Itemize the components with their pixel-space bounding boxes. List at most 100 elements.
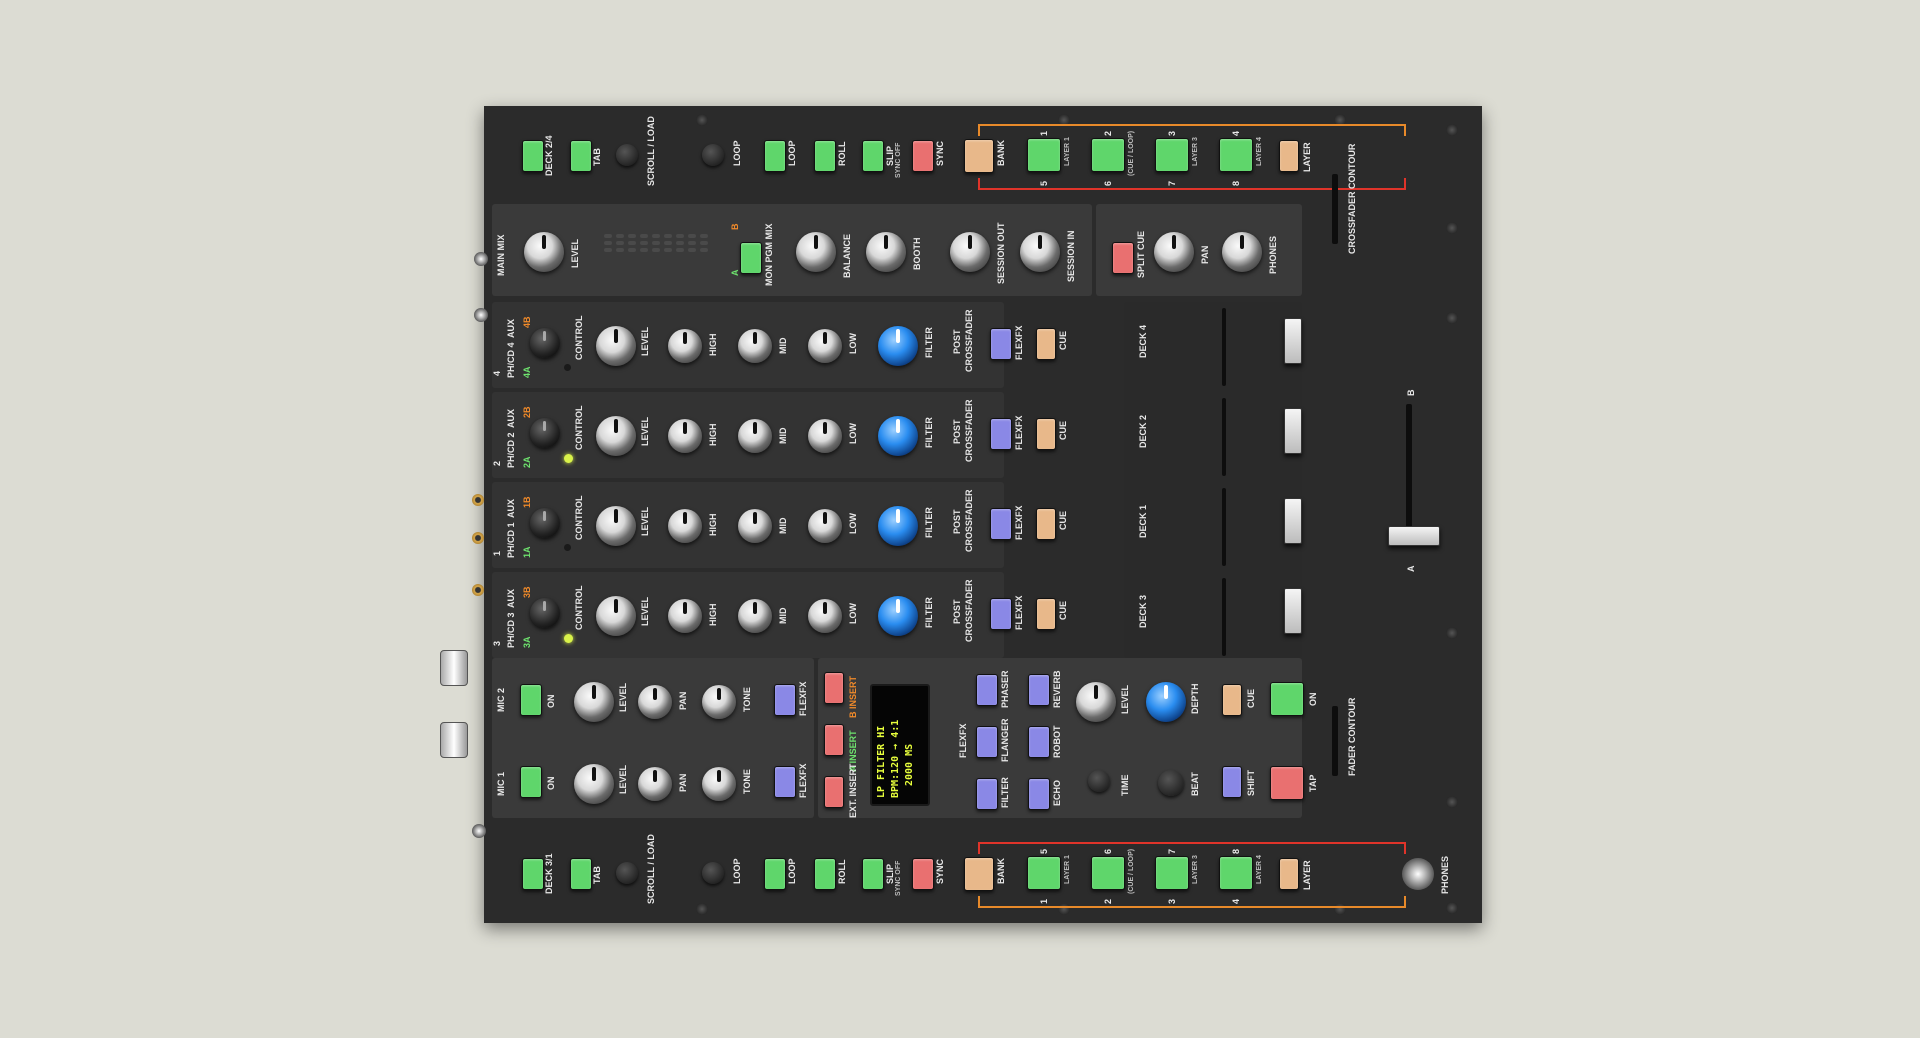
channel-level-knob[interactable] [596, 596, 636, 636]
channel-high-knob[interactable] [668, 509, 702, 543]
fx-tap-button[interactable] [1270, 766, 1304, 800]
channel-flexfx-button[interactable] [990, 418, 1012, 450]
mic-2-pan-knob[interactable] [638, 685, 672, 719]
bottom-sync-button[interactable] [912, 858, 934, 890]
channel-source-selector[interactable] [530, 508, 560, 538]
bottom-pad-3-button[interactable] [1155, 856, 1189, 890]
bottom-slip-button[interactable] [862, 858, 884, 890]
channel-cue-button[interactable] [1036, 418, 1056, 450]
headphone-jack-icon[interactable] [1402, 858, 1434, 890]
channel-low-knob[interactable] [808, 509, 842, 543]
bottom-roll-button[interactable] [814, 858, 836, 890]
deck-2-4-button[interactable] [522, 140, 544, 172]
channel-mid-knob[interactable] [738, 419, 772, 453]
deck-3-fader-track[interactable] [1222, 578, 1226, 656]
fx-shift-button[interactable] [1222, 766, 1242, 798]
deck-3-fader[interactable] [1284, 588, 1302, 634]
bottom-loop-button[interactable] [764, 858, 786, 890]
bottom-pad-2-button[interactable] [1091, 856, 1125, 890]
deck-2-fader[interactable] [1284, 408, 1302, 454]
channel-source-selector[interactable] [530, 328, 560, 358]
fx-level-knob[interactable] [1076, 682, 1116, 722]
pad-1-button[interactable] [1027, 138, 1061, 172]
deck-3-1-button[interactable] [522, 858, 544, 890]
channel-filter-knob[interactable] [878, 596, 918, 636]
phaser-button[interactable] [976, 674, 998, 706]
bottom-bank-button[interactable] [964, 857, 994, 891]
fx-time-encoder[interactable] [1088, 770, 1110, 792]
echo-button[interactable] [1028, 778, 1050, 810]
channel-mid-knob[interactable] [738, 599, 772, 633]
loop-button[interactable] [764, 140, 786, 172]
bank-button[interactable] [964, 139, 994, 173]
fx-beat-encoder[interactable] [1158, 770, 1184, 796]
phones-level-knob[interactable] [1222, 232, 1262, 272]
session-in-knob[interactable] [1020, 232, 1060, 272]
bottom-scroll-load-encoder[interactable] [616, 862, 638, 884]
mic-2-on-button[interactable] [520, 684, 542, 716]
bottom-tab-button[interactable] [570, 858, 592, 890]
mic-1-on-button[interactable] [520, 766, 542, 798]
booth-knob[interactable] [866, 232, 906, 272]
channel-cue-button[interactable] [1036, 328, 1056, 360]
slip-button[interactable] [862, 140, 884, 172]
channel-mid-knob[interactable] [738, 509, 772, 543]
bottom-pad-4-button[interactable] [1219, 856, 1253, 890]
crossfader[interactable] [1388, 526, 1440, 546]
reverb-button[interactable] [1028, 674, 1050, 706]
channel-high-knob[interactable] [668, 329, 702, 363]
channel-level-knob[interactable] [596, 416, 636, 456]
channel-high-knob[interactable] [668, 419, 702, 453]
pad-4-button[interactable] [1219, 138, 1253, 172]
channel-flexfx-button[interactable] [990, 598, 1012, 630]
mic-1-level-knob[interactable] [574, 764, 614, 804]
channel-cue-button[interactable] [1036, 508, 1056, 540]
channel-flexfx-button[interactable] [990, 508, 1012, 540]
channel-filter-knob[interactable] [878, 416, 918, 456]
channel-cue-button[interactable] [1036, 598, 1056, 630]
mic-1-pan-knob[interactable] [638, 767, 672, 801]
channel-mid-knob[interactable] [738, 329, 772, 363]
fx-depth-knob[interactable] [1146, 682, 1186, 722]
main-level-knob[interactable] [524, 232, 564, 272]
bottom-loop-encoder[interactable] [702, 862, 724, 884]
roll-button[interactable] [814, 140, 836, 172]
split-cue-button[interactable] [1112, 242, 1134, 274]
mic-2-flexfx-button[interactable] [774, 684, 796, 716]
flanger-button[interactable] [976, 726, 998, 758]
channel-low-knob[interactable] [808, 419, 842, 453]
mic-2-level-knob[interactable] [574, 682, 614, 722]
mon-pgm-mix-button[interactable] [740, 242, 762, 274]
pad-2-button[interactable] [1091, 138, 1125, 172]
deck-4-fader[interactable] [1284, 318, 1302, 364]
bottom-pad-1-button[interactable] [1027, 856, 1061, 890]
mic-2-tone-knob[interactable] [702, 685, 736, 719]
mic-1-flexfx-button[interactable] [774, 766, 796, 798]
filter-fx-button[interactable] [976, 778, 998, 810]
insert-b-button[interactable] [824, 672, 844, 704]
channel-filter-knob[interactable] [878, 506, 918, 546]
deck-4-fader-track[interactable] [1222, 308, 1226, 386]
fader-contour-slot[interactable] [1332, 706, 1338, 776]
mic-1-tone-knob[interactable] [702, 767, 736, 801]
deck-1-fader[interactable] [1284, 498, 1302, 544]
loop-encoder[interactable] [702, 144, 724, 166]
layer-button[interactable] [1279, 140, 1299, 172]
ext-insert-button[interactable] [824, 776, 844, 808]
phones-pan-knob[interactable] [1154, 232, 1194, 272]
balance-knob[interactable] [796, 232, 836, 272]
insert-a-button[interactable] [824, 724, 844, 756]
fx-on-button[interactable] [1270, 682, 1304, 716]
channel-filter-knob[interactable] [878, 326, 918, 366]
channel-source-selector[interactable] [530, 418, 560, 448]
channel-high-knob[interactable] [668, 599, 702, 633]
deck-2-fader-track[interactable] [1222, 398, 1226, 476]
crossfader-contour-slot[interactable] [1332, 174, 1338, 244]
tab-button[interactable] [570, 140, 592, 172]
bottom-layer-button[interactable] [1279, 858, 1299, 890]
channel-level-knob[interactable] [596, 506, 636, 546]
channel-flexfx-button[interactable] [990, 328, 1012, 360]
channel-source-selector[interactable] [530, 598, 560, 628]
crossfader-track[interactable] [1406, 404, 1412, 544]
fx-cue-button[interactable] [1222, 684, 1242, 716]
